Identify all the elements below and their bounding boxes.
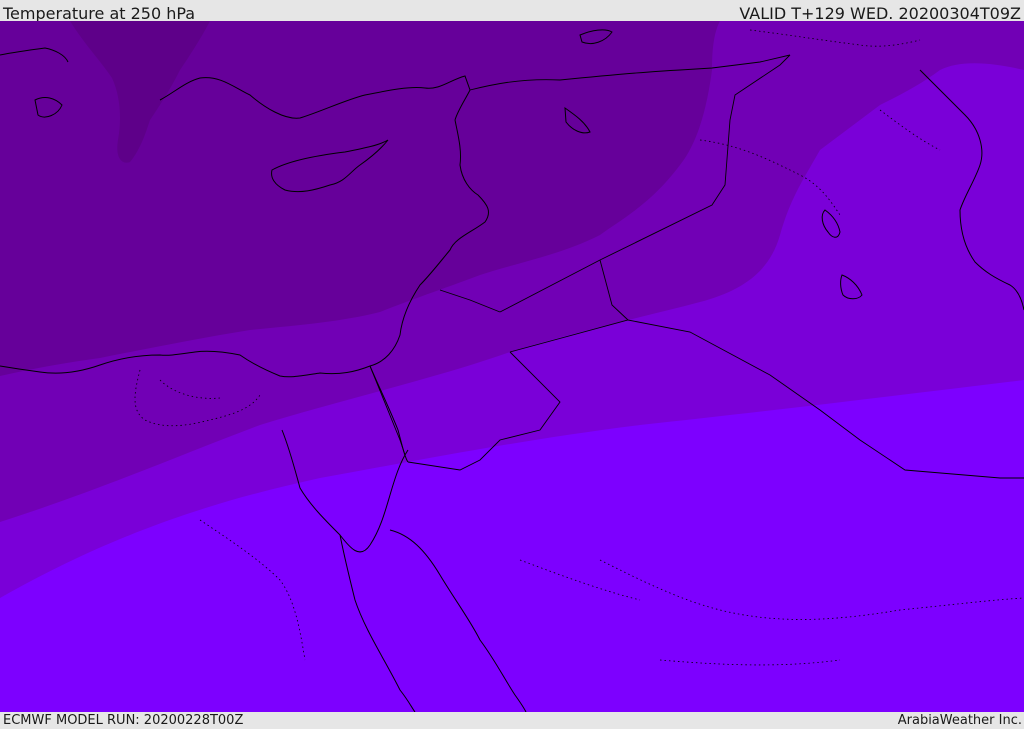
- map-page: Temperature at 250 hPa VALID T+129 WED. …: [0, 0, 1024, 729]
- header-bar: Temperature at 250 hPa VALID T+129 WED. …: [0, 0, 1024, 23]
- temperature-map: [0, 21, 1024, 712]
- footer-bar: ECMWF MODEL RUN: 20200228T00Z ArabiaWeat…: [0, 712, 1024, 729]
- credit-label: ArabiaWeather Inc.: [897, 713, 1022, 728]
- model-run: ECMWF MODEL RUN: 20200228T00Z: [3, 713, 244, 728]
